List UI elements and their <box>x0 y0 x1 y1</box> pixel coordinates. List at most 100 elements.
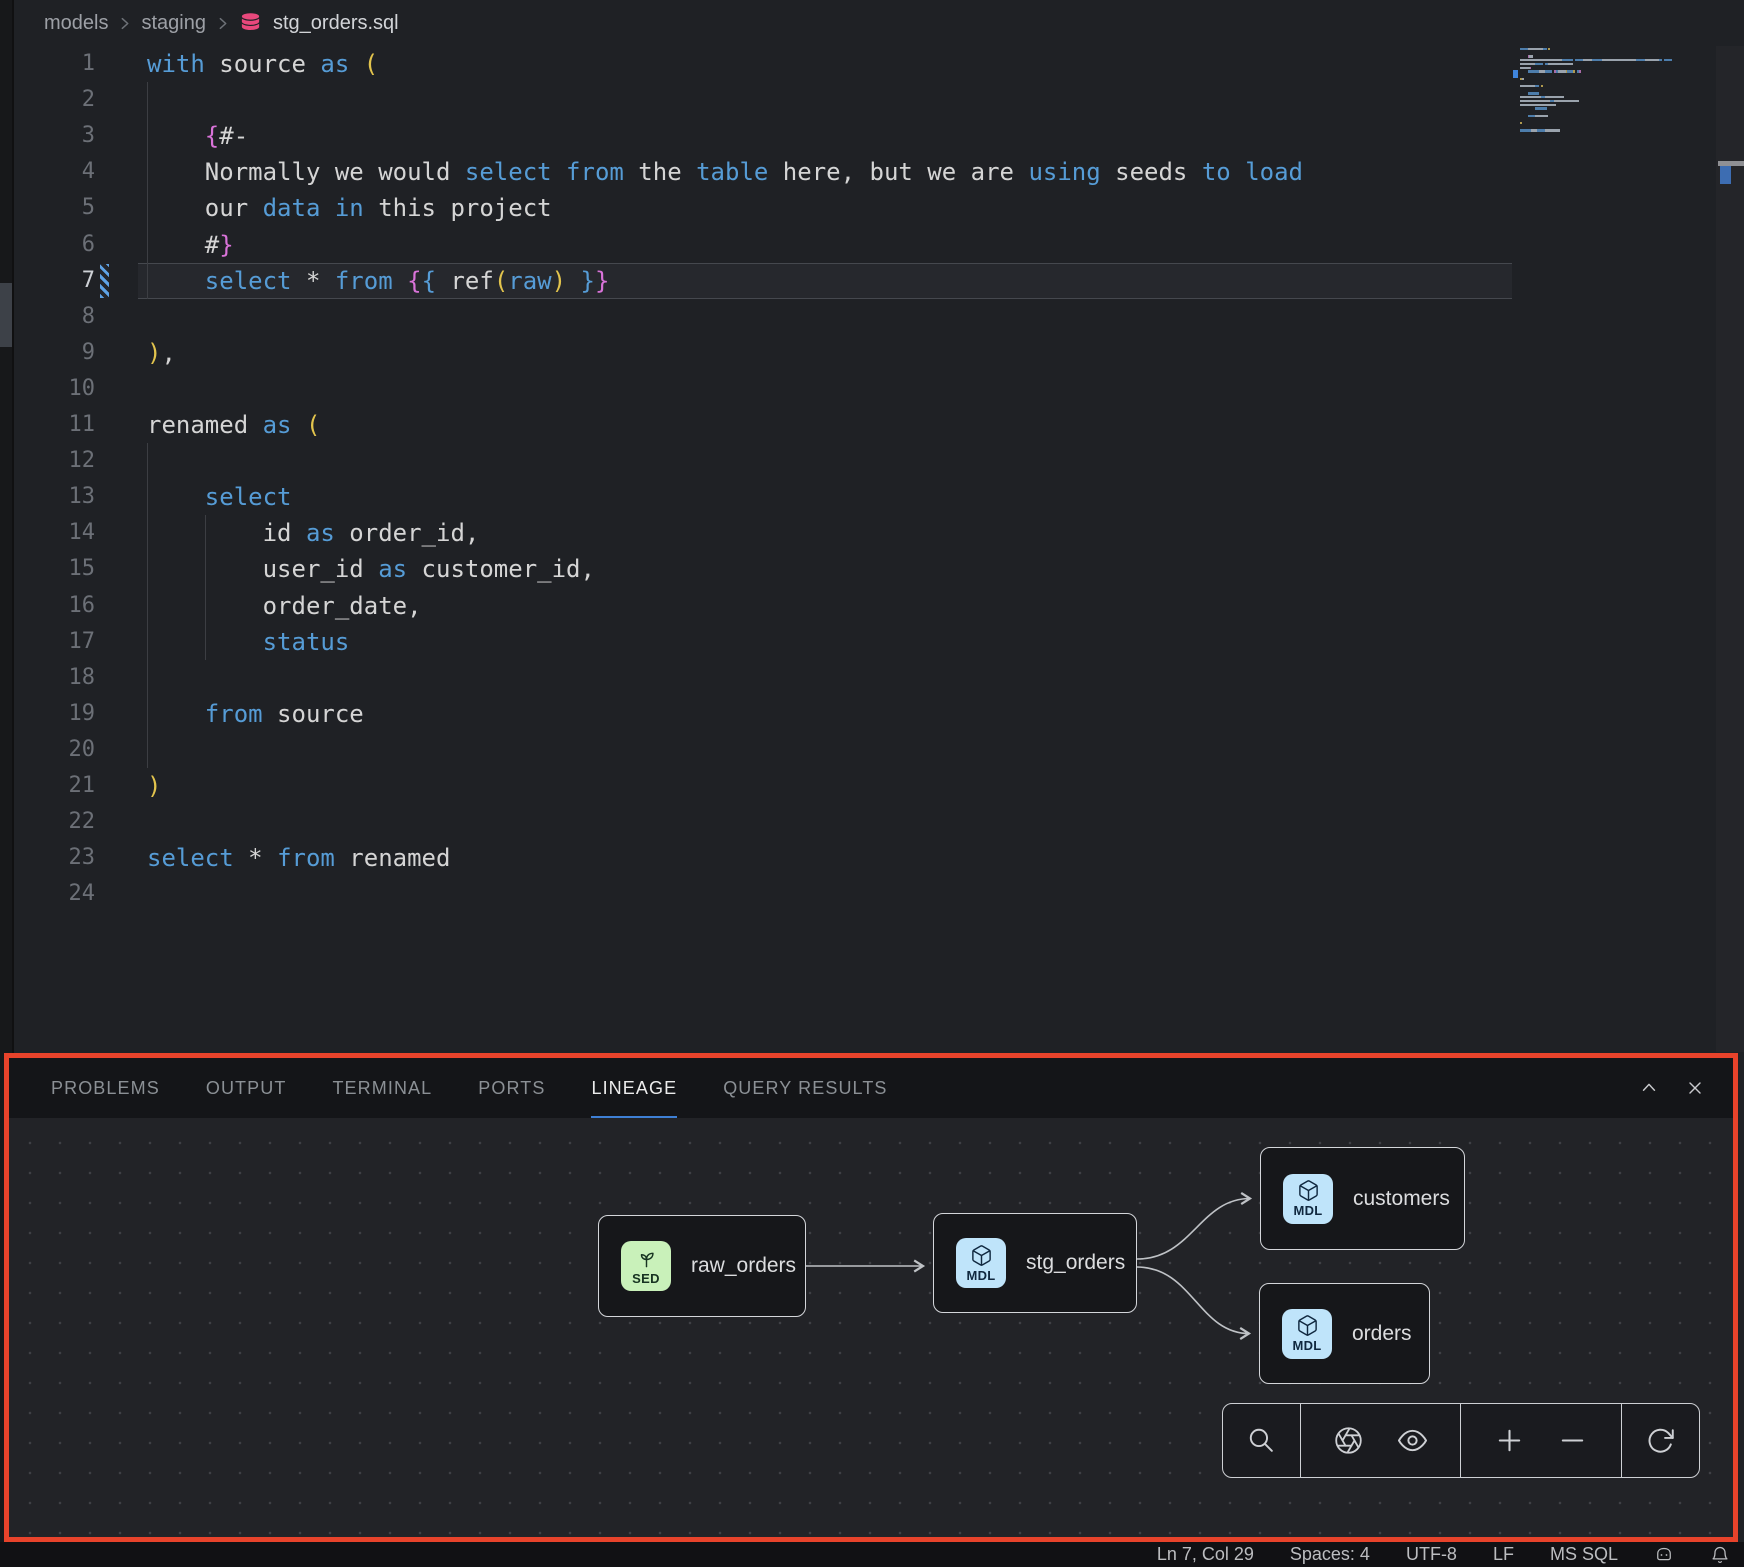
code-line-14[interactable]: 14 id as order_id, <box>14 515 1744 551</box>
line-number: 21 <box>14 768 95 804</box>
lineage-canvas[interactable]: SEDraw_ordersMDLstg_ordersMDLcustomersMD… <box>9 1118 1733 1537</box>
line-number: 16 <box>14 588 95 624</box>
line-number: 17 <box>14 624 95 660</box>
line-number: 7 <box>14 263 95 299</box>
code-line-3[interactable]: 3 {#- <box>14 118 1744 154</box>
code-line-19[interactable]: 19 from source <box>14 696 1744 732</box>
breadcrumb-item-models[interactable]: models <box>44 12 108 35</box>
line-number: 9 <box>14 335 95 371</box>
minimap-line <box>1520 96 1564 98</box>
lineage-node-orders[interactable]: MDL orders <box>1259 1283 1430 1384</box>
lineage-node-stg_orders[interactable]: MDLstg_orders <box>933 1213 1137 1313</box>
refresh-icon[interactable] <box>1645 1425 1676 1456</box>
search-icon[interactable] <box>1246 1425 1277 1456</box>
code-line-16[interactable]: 16 order_date, <box>14 588 1744 624</box>
status-utf-8[interactable]: UTF-8 <box>1406 1544 1457 1565</box>
minimap-line <box>1520 78 1524 80</box>
gutter-modified-marker <box>100 264 109 298</box>
line-number: 8 <box>14 299 95 335</box>
bell-icon[interactable] <box>1710 1545 1730 1565</box>
line-number: 3 <box>14 118 95 154</box>
editor-scrollbar[interactable] <box>1716 46 1744 1052</box>
bottom-panel: PROBLEMS OUTPUT TERMINAL PORTS LINEAGE QUERY … <box>4 1053 1738 1542</box>
close-icon[interactable] <box>1685 1078 1705 1098</box>
minimap-line <box>1520 122 1522 124</box>
code-text: id as order_id, <box>147 515 479 551</box>
code-editor[interactable]: 1with source as (23 {#-4 Normally we wou… <box>14 46 1744 1046</box>
node-badge-label: MDL <box>1292 1338 1321 1353</box>
code-text: select <box>147 479 292 515</box>
minimap-line <box>1520 104 1556 106</box>
code-line-22[interactable]: 22 <box>14 804 1744 840</box>
code-line-18[interactable]: 18 <box>14 660 1744 696</box>
tab-output[interactable]: OUTPUT <box>206 1058 287 1118</box>
line-number: 22 <box>14 804 95 840</box>
status-lf[interactable]: LF <box>1493 1544 1514 1565</box>
node-badge-label: SED <box>632 1271 660 1286</box>
minimap-line <box>1520 48 1550 50</box>
code-text: ) <box>147 768 161 804</box>
line-number: 6 <box>14 227 95 263</box>
node-badge: MDL <box>956 1238 1006 1288</box>
code-line-5[interactable]: 5 our data in this project <box>14 190 1744 226</box>
code-line-10[interactable]: 10 <box>14 371 1744 407</box>
line-number: 4 <box>14 154 95 190</box>
code-line-8[interactable]: 8 <box>14 299 1744 335</box>
zoom-out-icon[interactable] <box>1557 1425 1588 1456</box>
minimap-line <box>1520 92 1539 94</box>
lineage-node-raw_orders[interactable]: SEDraw_orders <box>598 1215 806 1317</box>
eye-icon[interactable] <box>1397 1425 1428 1456</box>
code-text: from source <box>147 696 364 732</box>
status-ms-sql[interactable]: MS SQL <box>1550 1544 1618 1565</box>
code-line-12[interactable]: 12 <box>14 443 1744 479</box>
code-text: ), <box>147 335 176 371</box>
code-line-4[interactable]: 4 Normally we would select from the tabl… <box>14 154 1744 190</box>
line-number: 20 <box>14 732 95 768</box>
breadcrumb-item-staging[interactable]: staging <box>141 12 206 35</box>
copilot-icon[interactable] <box>1654 1545 1674 1565</box>
code-line-13[interactable]: 13 select <box>14 479 1744 515</box>
breadcrumb-file[interactable]: stg_orders.sql <box>273 12 399 35</box>
minimap[interactable] <box>1520 46 1690 156</box>
code-line-20[interactable]: 20 <box>14 732 1744 768</box>
line-number: 19 <box>14 696 95 732</box>
aperture-icon[interactable] <box>1333 1425 1364 1456</box>
tab-query-results[interactable]: QUERY RESULTS <box>723 1058 887 1118</box>
code-line-9[interactable]: 9), <box>14 335 1744 371</box>
lineage-node-customers[interactable]: MDLcustomers <box>1260 1147 1465 1250</box>
node-label: orders <box>1352 1322 1412 1346</box>
code-line-21[interactable]: 21) <box>14 768 1744 804</box>
chevron-up-icon[interactable] <box>1639 1078 1659 1098</box>
status-ln-7-col-29[interactable]: Ln 7, Col 29 <box>1157 1544 1254 1565</box>
code-line-24[interactable]: 24 <box>14 876 1744 912</box>
tab-terminal[interactable]: TERMINAL <box>332 1058 432 1118</box>
code-line-23[interactable]: 23select * from renamed <box>14 840 1744 876</box>
vscode-window: models staging stg_orders.sql 1with source… <box>0 0 1744 1567</box>
tab-problems[interactable]: PROBLEMS <box>51 1058 160 1118</box>
code-line-11[interactable]: 11renamed as ( <box>14 407 1744 443</box>
minimap-line <box>1520 59 1672 61</box>
tab-ports[interactable]: PORTS <box>478 1058 545 1118</box>
status-spaces-4[interactable]: Spaces: 4 <box>1290 1544 1370 1565</box>
code-text: #} <box>147 227 234 263</box>
code-text: status <box>147 624 349 660</box>
zoom-in-icon[interactable] <box>1494 1425 1525 1456</box>
node-badge: MDL <box>1283 1174 1333 1224</box>
code-line-7[interactable]: 7 select * from {{ ref(raw) }} <box>14 263 1744 299</box>
code-line-17[interactable]: 17 status <box>14 624 1744 660</box>
node-badge: MDL <box>1282 1309 1332 1359</box>
cube-icon <box>970 1244 993 1267</box>
scroll-handle[interactable] <box>0 283 12 347</box>
line-number: 5 <box>14 190 95 226</box>
code-line-15[interactable]: 15 user_id as customer_id, <box>14 551 1744 587</box>
code-line-2[interactable]: 2 <box>14 82 1744 118</box>
minimap-line <box>1520 129 1560 131</box>
breadcrumb: models staging stg_orders.sql <box>14 0 1744 46</box>
toolbar-group <box>1621 1404 1699 1477</box>
code-line-1[interactable]: 1with source as ( <box>14 46 1744 82</box>
code-line-6[interactable]: 6 #} <box>14 227 1744 263</box>
line-number: 2 <box>14 82 95 118</box>
overview-ruler-modified-mark <box>1720 166 1731 184</box>
code-text: order_date, <box>147 588 422 624</box>
tab-lineage[interactable]: LINEAGE <box>591 1058 677 1118</box>
